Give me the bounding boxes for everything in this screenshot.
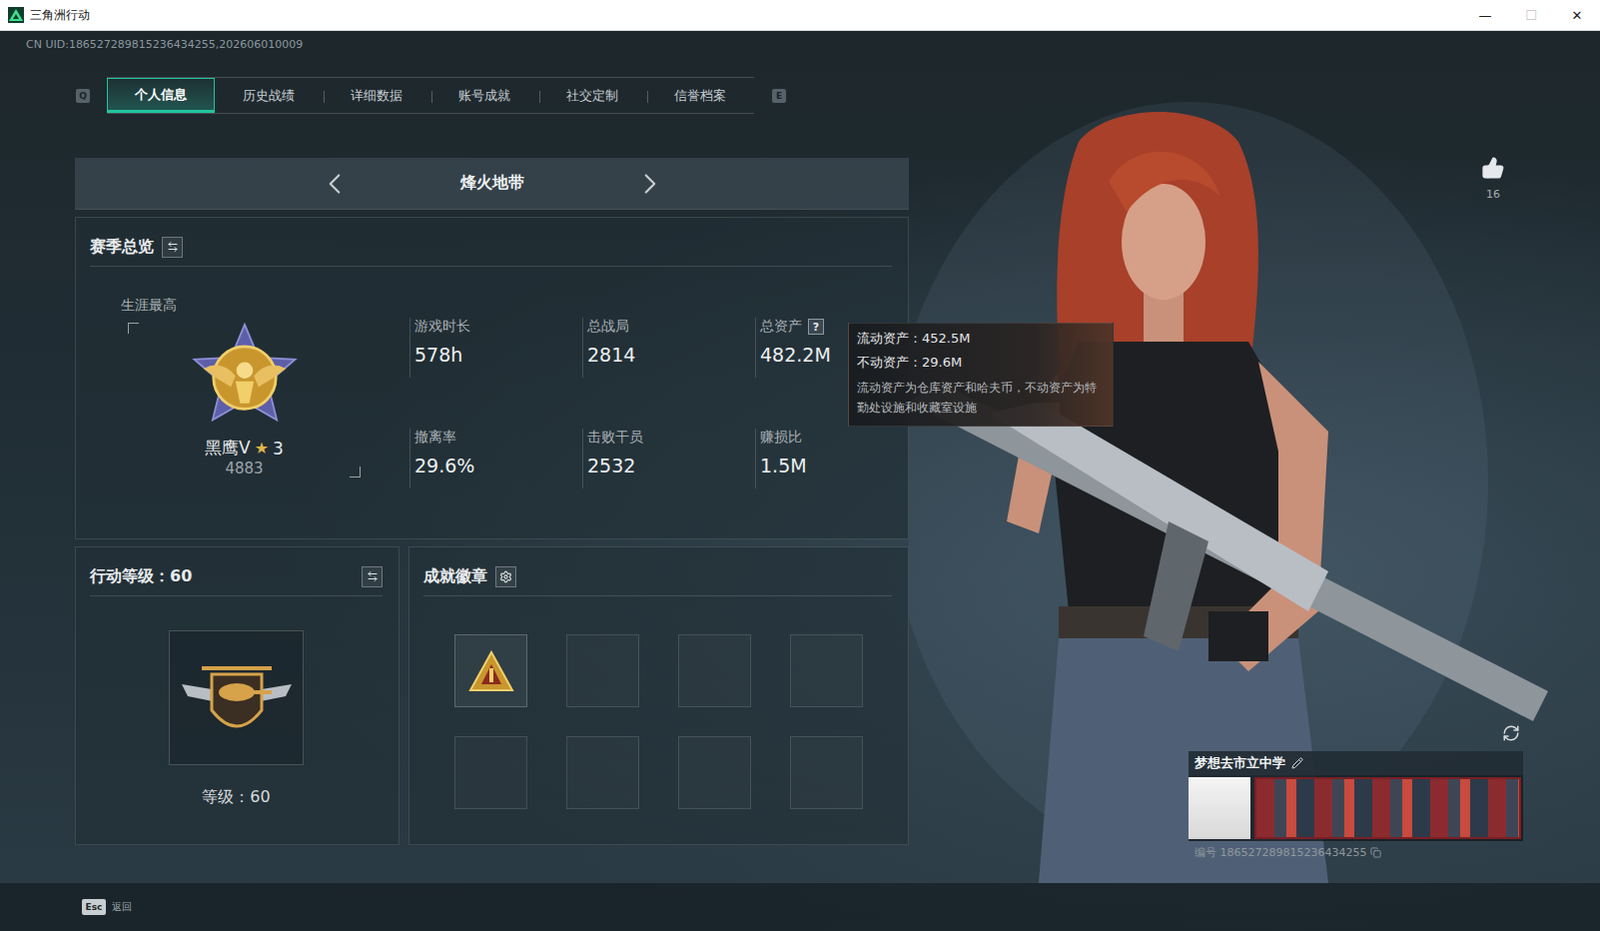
rank-name: 黑鹰V★3: [204, 436, 284, 460]
content-row: Q 个人信息历史战绩详细数据账号成就社交定制信誉档案 E 烽火地带赛季总览生涯最高黑鹰…: [0, 51, 1600, 883]
stat-value: 578h: [414, 343, 583, 366]
title-bar: 三角洲行动—☐✕: [0, 0, 1600, 31]
tab[interactable]: 社交定制: [538, 77, 647, 113]
tab-bar: Q 个人信息历史战绩详细数据账号成就社交定制信誉档案 E: [75, 76, 909, 114]
medal-slot[interactable]: [454, 634, 528, 708]
stat-value: 29.6%: [414, 454, 583, 477]
stat-label: 撤离率: [414, 428, 583, 447]
window-control[interactable]: —: [1462, 7, 1509, 23]
avatar[interactable]: [1188, 777, 1251, 839]
esc-key[interactable]: Esc: [81, 898, 106, 915]
divider: [423, 595, 892, 597]
tab[interactable]: 信誉档案: [646, 77, 755, 113]
swap-icon: [366, 570, 379, 583]
info-column: Q 个人信息历史战绩详细数据账号成就社交定制信誉档案 E 烽火地带赛季总览生涯最高黑鹰…: [74, 51, 909, 883]
medal-grid: [454, 634, 892, 809]
banner: [1254, 777, 1522, 839]
tab[interactable]: 账号成就: [430, 77, 539, 113]
medal-settings-button[interactable]: [495, 566, 517, 588]
player-id: 编号 186527289815236434255: [1188, 840, 1524, 860]
help-button[interactable]: ?: [807, 318, 824, 335]
rank-badge-icon: [179, 322, 310, 435]
next-key-hint[interactable]: E: [772, 88, 787, 103]
medal-slot[interactable]: [790, 634, 863, 708]
medal-card: 成就徽章: [408, 546, 909, 845]
card-title: 成就徽章: [423, 566, 488, 588]
prev-key-hint[interactable]: Q: [75, 88, 90, 103]
rank-frame: 黑鹰V★34883: [127, 322, 361, 478]
tooltip-line: 流动资产：452.5M: [856, 329, 1105, 348]
stat: 总战局 2814: [582, 317, 756, 378]
tooltip-note: 流动资产为仓库资产和哈夫币，不动资产为特勤处设施和收藏室设施: [856, 377, 1105, 418]
name-card: 梦想去市立中学编号 186527289815236434255: [1188, 751, 1524, 860]
footer-bar: Esc 返回: [0, 882, 1600, 931]
tab[interactable]: 历史战绩: [214, 77, 323, 113]
stat-value: 2532: [587, 454, 756, 477]
level-badge: [168, 630, 304, 766]
mode-switcher: 烽火地带: [74, 157, 909, 210]
uid-line: CN UID:186527289815236434255,20260601000…: [0, 30, 1600, 52]
rank-block: 生涯最高黑鹰V★34883: [120, 296, 361, 489]
stat-label: 赚损比: [760, 428, 928, 447]
card-title: 行动等级：60: [89, 566, 192, 588]
game-screen: CN UID:186527289815236434255,20260601000…: [0, 30, 1600, 931]
divider: [89, 265, 892, 267]
divider: [89, 595, 383, 597]
stat-value: 1.5M: [760, 454, 928, 477]
swap-button[interactable]: [361, 566, 383, 588]
tooltip-line: 不动资产：29.6M: [856, 353, 1105, 372]
stat: 游戏时长 578h: [409, 317, 583, 378]
rank-caption: 生涯最高: [120, 296, 361, 315]
medal-slot[interactable]: [678, 634, 752, 708]
player-name: 梦想去市立中学: [1194, 754, 1286, 773]
level-card: 行动等级：60 等级：60: [74, 546, 400, 845]
character-stage: 16 梦想去市立中学编号 186527289815236434255: [908, 51, 1600, 883]
tab[interactable]: 详细数据: [322, 77, 431, 113]
copy-icon[interactable]: [1370, 846, 1382, 858]
window-title: 三角洲行动: [29, 6, 1463, 24]
rank-score: 4883: [224, 459, 263, 478]
refresh-icon: [1502, 724, 1521, 743]
season-card: 赛季总览生涯最高黑鹰V★34883游戏时长578h总战局2814总资产?482.…: [74, 216, 909, 540]
app-logo-icon: [7, 6, 24, 23]
medal-icon: [468, 650, 515, 693]
bottom-row: 行动等级：60 等级：60 成就徽章: [74, 546, 909, 845]
medal-slot[interactable]: [566, 736, 640, 809]
chevron-left-icon[interactable]: [317, 166, 352, 201]
medal-slot[interactable]: [678, 736, 752, 809]
rotate-button[interactable]: [1500, 722, 1523, 745]
app-window: 三角洲行动—☐✕CN UID:186527289815236434255,202…: [0, 0, 1600, 931]
medal-slot[interactable]: [454, 736, 528, 809]
gear-icon: [499, 570, 513, 584]
swap-button[interactable]: [161, 236, 183, 258]
level-caption: 等级：60: [201, 787, 270, 808]
asset-tooltip: 流动资产：452.5M 不动资产：29.6M 流动资产为仓库资产和哈夫币，不动资产为…: [847, 322, 1114, 427]
like-count: 16: [1486, 187, 1501, 201]
tab-list: 个人信息历史战绩详细数据账号成就社交定制信誉档案: [106, 76, 755, 114]
stat-label: 总战局: [587, 317, 756, 336]
chevron-right-icon[interactable]: [633, 166, 668, 201]
helicopter-badge-icon: [177, 650, 296, 747]
like-button[interactable]: 16: [1478, 155, 1509, 201]
stat: 赚损比 1.5M: [755, 428, 928, 489]
stat-value: 2814: [587, 343, 756, 366]
stat: 击败干员 2532: [582, 428, 756, 489]
card-title: 赛季总览: [89, 236, 154, 258]
window-control: ☐: [1508, 7, 1555, 23]
back-label: 返回: [111, 899, 132, 914]
mode-label: 烽火地带: [460, 172, 525, 194]
edit-icon[interactable]: [1291, 757, 1304, 770]
medal-slot[interactable]: [790, 736, 863, 809]
window-control[interactable]: ✕: [1554, 7, 1600, 23]
star-icon: ★: [254, 438, 269, 458]
stat-label: 游戏时长: [414, 317, 583, 336]
swap-icon: [166, 240, 179, 253]
medal-slot[interactable]: [566, 634, 640, 708]
stat-label: 击败干员: [587, 428, 756, 447]
stat: 撤离率 29.6%: [409, 428, 583, 489]
tab[interactable]: 个人信息: [106, 77, 215, 113]
thumbs-up-icon: [1481, 155, 1506, 180]
